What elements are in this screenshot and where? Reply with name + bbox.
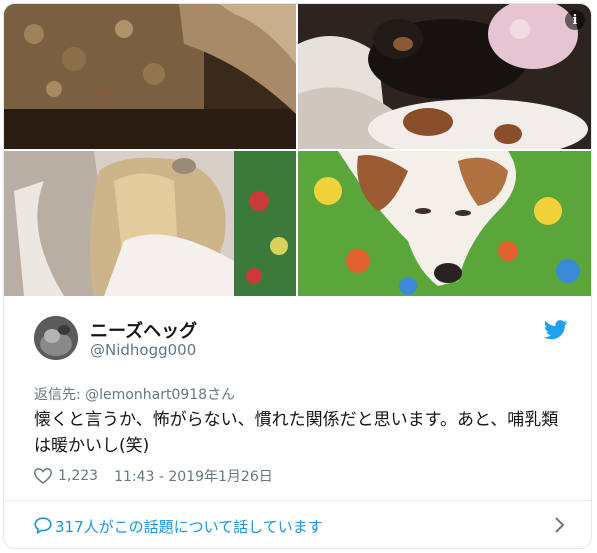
photo-2[interactable] xyxy=(298,4,591,149)
photo-1[interactable] xyxy=(4,4,296,149)
chevron-right-icon[interactable] xyxy=(553,516,565,534)
reply-to-label[interactable]: 返信先: @lemonhart0918さん xyxy=(34,384,235,404)
photo-grid: i xyxy=(4,4,591,296)
twitter-logo-icon[interactable] xyxy=(544,320,568,340)
display-name[interactable]: ニーズヘッグ xyxy=(90,317,197,343)
photo-4[interactable] xyxy=(298,151,591,296)
tweet-header: ニーズヘッグ @Nidhogg000 xyxy=(4,296,591,376)
tweet-card[interactable]: i ニーズヘッグ @Nidhogg000 返信先: @lemonhart0918… xyxy=(3,3,592,549)
avatar[interactable] xyxy=(34,316,78,360)
tweet-text: 懐くと言うか、怖がらない、慣れた関係だと思います。あと、哺乳類は暖かいし(笑) xyxy=(34,410,559,456)
user-handle[interactable]: @Nidhogg000 xyxy=(90,341,196,359)
info-icon[interactable]: i xyxy=(565,10,585,30)
photo-3[interactable] xyxy=(4,151,296,296)
conversation-text[interactable]: 317人がこの話題について話しています xyxy=(55,516,323,537)
conversation-link[interactable]: 317人がこの話題について話しています xyxy=(4,501,591,548)
timestamp[interactable]: 11:43 - 2019年1月26日 xyxy=(114,466,273,486)
speech-bubble-icon xyxy=(34,517,52,534)
like-count[interactable]: 1,223 xyxy=(58,468,98,484)
tweet-meta: 1,223 11:43 - 2019年1月26日 xyxy=(34,466,273,486)
heart-icon[interactable] xyxy=(34,468,52,484)
